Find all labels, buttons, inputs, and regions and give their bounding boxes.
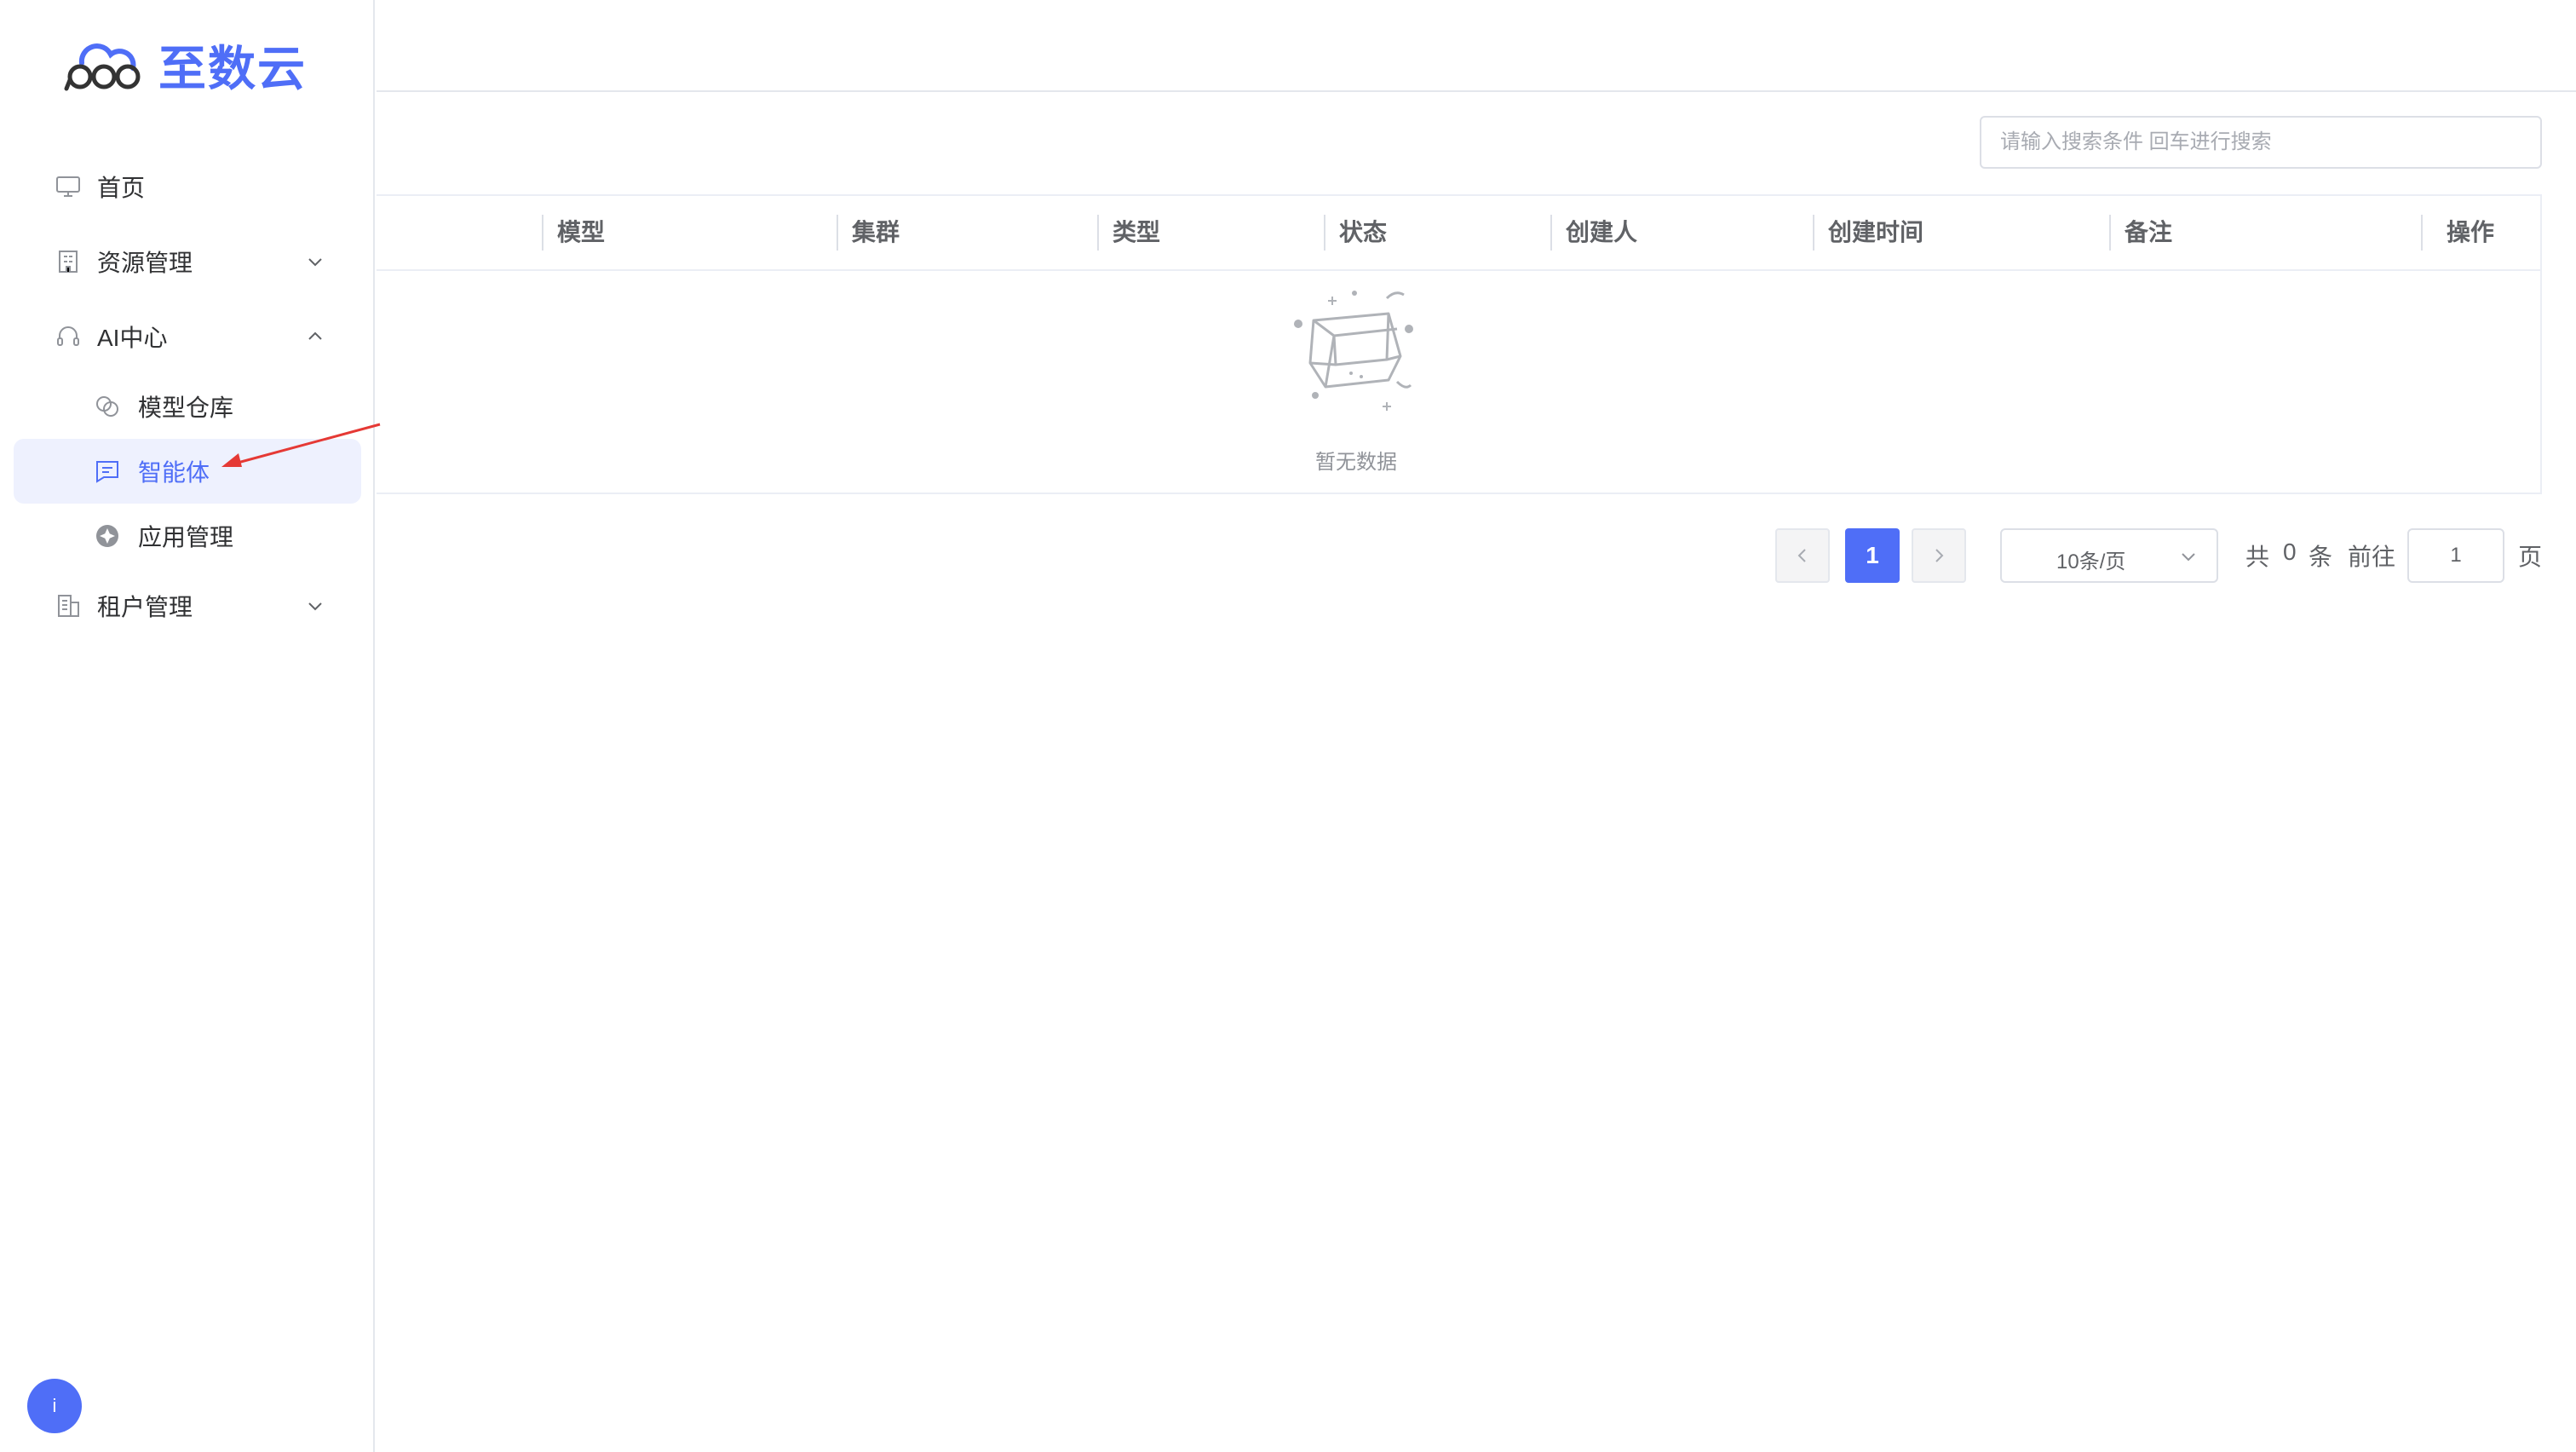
data-table: 模型 集群 类型 状态 创建人 创建时间 备注 操作 暂无数据: [377, 194, 2542, 494]
building-icon: [59, 251, 78, 273]
sidebar-item-resources[interactable]: 资源管理: [14, 229, 361, 294]
empty-state: 暂无数据: [377, 271, 2540, 494]
office-icon: [58, 595, 79, 617]
annotation-arrow-icon: [221, 423, 381, 467]
sidebar-item-home[interactable]: 首页: [14, 154, 361, 219]
sidebar-item-app-management[interactable]: 应用管理: [14, 504, 361, 568]
goto-label: 前往: [2348, 544, 2396, 570]
chevron-down-icon: [308, 602, 322, 611]
app-icon: [96, 525, 118, 547]
chevron-left-icon: [1797, 549, 1806, 562]
sidebar-item-label: 应用管理: [138, 524, 234, 550]
sidebar-item-label: 智能体: [138, 459, 210, 486]
chevron-right-icon: [1935, 549, 1944, 562]
search-input[interactable]: [1980, 116, 2542, 169]
goto-page-input[interactable]: [2407, 528, 2504, 583]
page-size-select[interactable]: 10条/页: [2000, 528, 2218, 583]
total-prefix: 共: [2245, 544, 2270, 570]
page-size-value: 10条/页: [2056, 550, 2126, 573]
sidebar: 至数云 首页 资源管理 AI中心 模型仓库 智能体 应用管理 租户管理 i: [0, 0, 375, 1452]
column-header-model[interactable]: 模型: [542, 196, 605, 269]
avatar[interactable]: i: [27, 1379, 82, 1433]
sidebar-item-label: 资源管理: [97, 250, 193, 276]
page-number-current[interactable]: 1: [1845, 528, 1900, 583]
overlap-circles-icon: [96, 396, 118, 417]
empty-box-icon: [1294, 291, 1413, 411]
total-suffix: 条: [2309, 544, 2333, 570]
top-bar: [377, 0, 2576, 92]
headset-icon: [57, 326, 79, 346]
chat-icon: [96, 461, 118, 483]
column-header-cluster[interactable]: 集群: [837, 196, 900, 269]
monitor-icon: [56, 176, 80, 197]
sidebar-item-label: AI中心: [97, 325, 168, 351]
cloud-logo-icon: [64, 43, 141, 90]
total-count: 0: [2283, 539, 2297, 565]
page-suffix: 页: [2518, 544, 2543, 570]
sidebar-item-label: 租户管理: [97, 594, 193, 620]
empty-text: 暂无数据: [1315, 451, 1397, 474]
chevron-down-icon: [2182, 553, 2195, 562]
sidebar-item-label: 首页: [97, 175, 146, 201]
chevron-down-icon: [308, 258, 322, 267]
next-page-button[interactable]: [1912, 528, 1966, 583]
column-header-status[interactable]: 状态: [1324, 196, 1387, 269]
logo[interactable]: 至数云: [63, 31, 307, 100]
chevron-up-icon: [308, 331, 322, 340]
table-header: 模型 集群 类型 状态 创建人 创建时间 备注 操作: [377, 196, 2540, 271]
sidebar-item-tenants[interactable]: 租户管理: [14, 573, 361, 638]
column-header-created-time[interactable]: 创建时间: [1813, 196, 1923, 269]
column-header-actions[interactable]: 操作: [2421, 196, 2494, 269]
column-header-type[interactable]: 类型: [1097, 196, 1160, 269]
column-header-remark[interactable]: 备注: [2109, 196, 2172, 269]
prev-page-button[interactable]: [1775, 528, 1830, 583]
brand-name: 至数云: [158, 42, 307, 95]
column-header-creator[interactable]: 创建人: [1550, 196, 1637, 269]
sidebar-item-ai-center[interactable]: AI中心: [14, 304, 361, 369]
